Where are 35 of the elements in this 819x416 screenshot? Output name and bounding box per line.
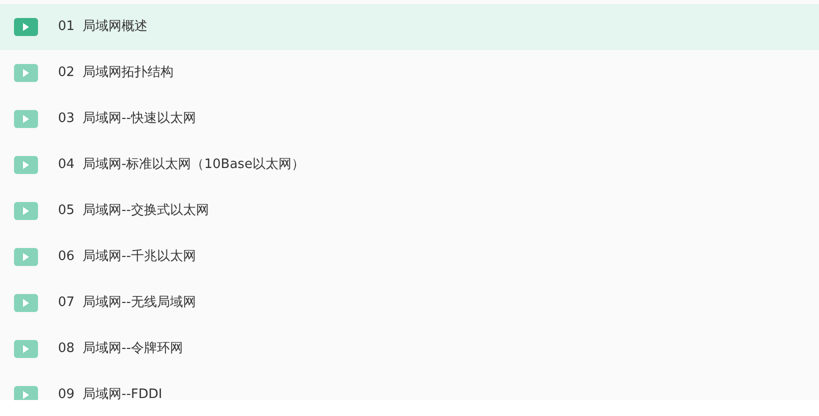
lesson-item[interactable]: 07 局域网--无线局域网 (0, 280, 819, 326)
lesson-title: 局域网--令牌环网 (82, 340, 183, 358)
play-icon (14, 64, 38, 82)
lesson-title: 局域网--无线局域网 (82, 294, 196, 312)
lesson-item[interactable]: 09 局域网--FDDI (0, 372, 819, 400)
lesson-title: 局域网概述 (82, 18, 148, 36)
lesson-title: 局域网-标准以太网（10Base以太网） (82, 156, 304, 174)
lesson-number: 07 (58, 294, 75, 312)
play-icon (14, 340, 38, 358)
lesson-number: 08 (58, 340, 75, 358)
lesson-number: 02 (58, 64, 75, 82)
lesson-number: 06 (58, 248, 75, 266)
lesson-item[interactable]: 02 局域网拓扑结构 (0, 50, 819, 96)
lesson-number: 01 (58, 18, 75, 36)
lesson-number: 09 (58, 386, 75, 400)
lesson-item[interactable]: 01 局域网概述 (0, 4, 819, 50)
play-icon (14, 110, 38, 128)
lesson-item[interactable]: 03 局域网--快速以太网 (0, 96, 819, 142)
lesson-title: 局域网--快速以太网 (82, 110, 196, 128)
lesson-item[interactable]: 06 局域网--千兆以太网 (0, 234, 819, 280)
lesson-number: 05 (58, 202, 75, 220)
lesson-title: 局域网--千兆以太网 (82, 248, 196, 266)
play-icon (14, 156, 38, 174)
lesson-title: 局域网--交换式以太网 (82, 202, 209, 220)
play-icon (14, 294, 38, 312)
play-icon (14, 248, 38, 266)
lesson-item[interactable]: 05 局域网--交换式以太网 (0, 188, 819, 234)
lesson-number: 04 (58, 156, 75, 174)
lesson-number: 03 (58, 110, 75, 128)
play-icon (14, 18, 38, 36)
play-icon (14, 202, 38, 220)
lesson-title: 局域网拓扑结构 (82, 64, 174, 82)
lesson-item[interactable]: 04 局域网-标准以太网（10Base以太网） (0, 142, 819, 188)
lesson-item[interactable]: 08 局域网--令牌环网 (0, 326, 819, 372)
lesson-title: 局域网--FDDI (82, 386, 162, 400)
